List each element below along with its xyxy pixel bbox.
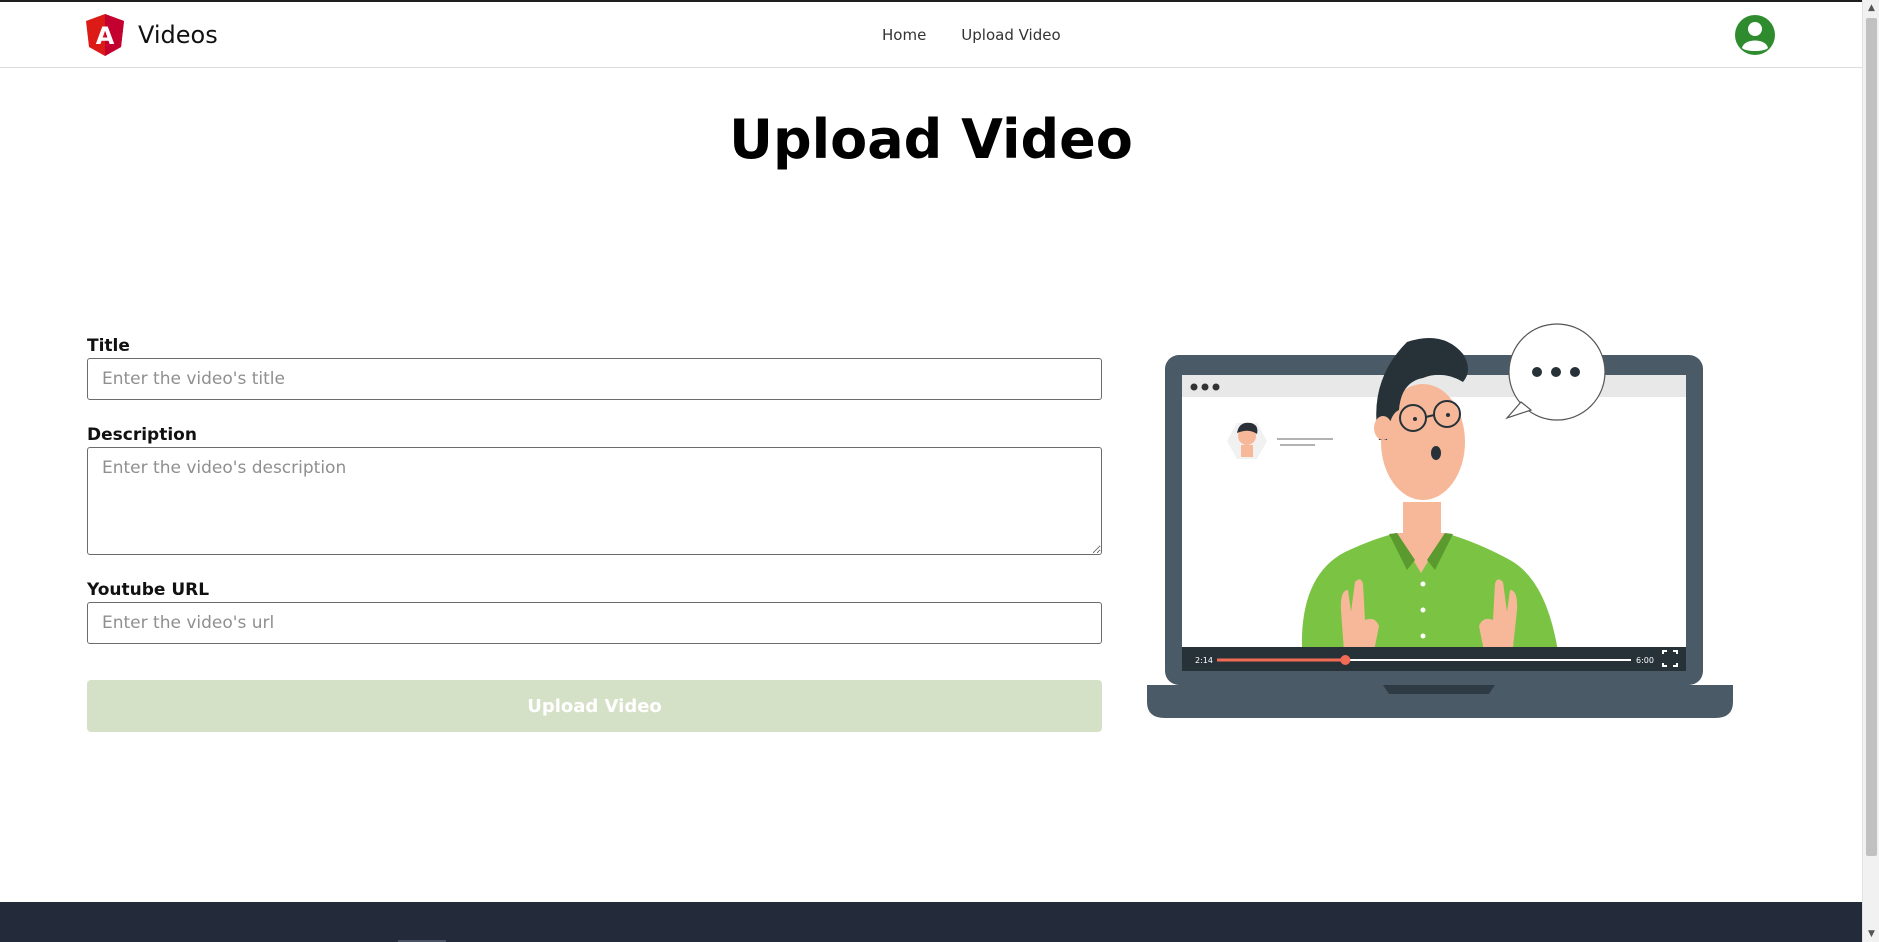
laptop-presenter-image: 2:14 6:00 xyxy=(1147,323,1733,718)
url-field-group: Youtube URL xyxy=(87,580,1102,644)
scrollbar-thumb[interactable] xyxy=(1866,18,1877,856)
brand-link[interactable]: A Videos xyxy=(86,14,218,56)
angular-logo-icon: A xyxy=(86,14,124,56)
video-call-illustration: 2:14 6:00 xyxy=(1145,320,1735,725)
title-label: Title xyxy=(87,336,130,356)
title-input[interactable] xyxy=(87,358,1102,400)
brand-name: Videos xyxy=(138,21,218,49)
title-field-group: Title xyxy=(87,336,1102,400)
upload-video-button[interactable]: Upload Video xyxy=(87,680,1102,732)
description-textarea[interactable] xyxy=(87,447,1102,555)
youtube-url-label: Youtube URL xyxy=(87,580,210,600)
player-current-time: 2:14 xyxy=(1195,656,1213,665)
page-title: Upload Video xyxy=(729,108,1133,171)
description-field-group: Description xyxy=(87,425,1102,555)
upload-video-form: Title Description Youtube URL Upload Vid… xyxy=(87,336,1102,732)
nav-upload-video[interactable]: Upload Video xyxy=(961,26,1060,44)
player-total-time: 6:00 xyxy=(1636,656,1654,665)
scroll-up-arrow-icon[interactable]: ▲ xyxy=(1863,0,1879,16)
page-scrollbar[interactable]: ▲ ▼ xyxy=(1862,0,1879,942)
logo-letter: A xyxy=(96,22,115,50)
scroll-down-arrow-icon[interactable]: ▼ xyxy=(1863,926,1879,942)
youtube-url-input[interactable] xyxy=(87,602,1102,644)
navbar: A Videos Home Upload Video xyxy=(0,2,1862,68)
user-avatar-icon xyxy=(1735,15,1775,55)
main-nav: Home Upload Video xyxy=(882,26,1061,44)
nav-home[interactable]: Home xyxy=(882,26,926,44)
user-avatar-button[interactable] xyxy=(1734,14,1776,56)
footer xyxy=(0,902,1862,942)
description-label: Description xyxy=(87,425,197,445)
player-progress-knob xyxy=(1340,655,1351,665)
